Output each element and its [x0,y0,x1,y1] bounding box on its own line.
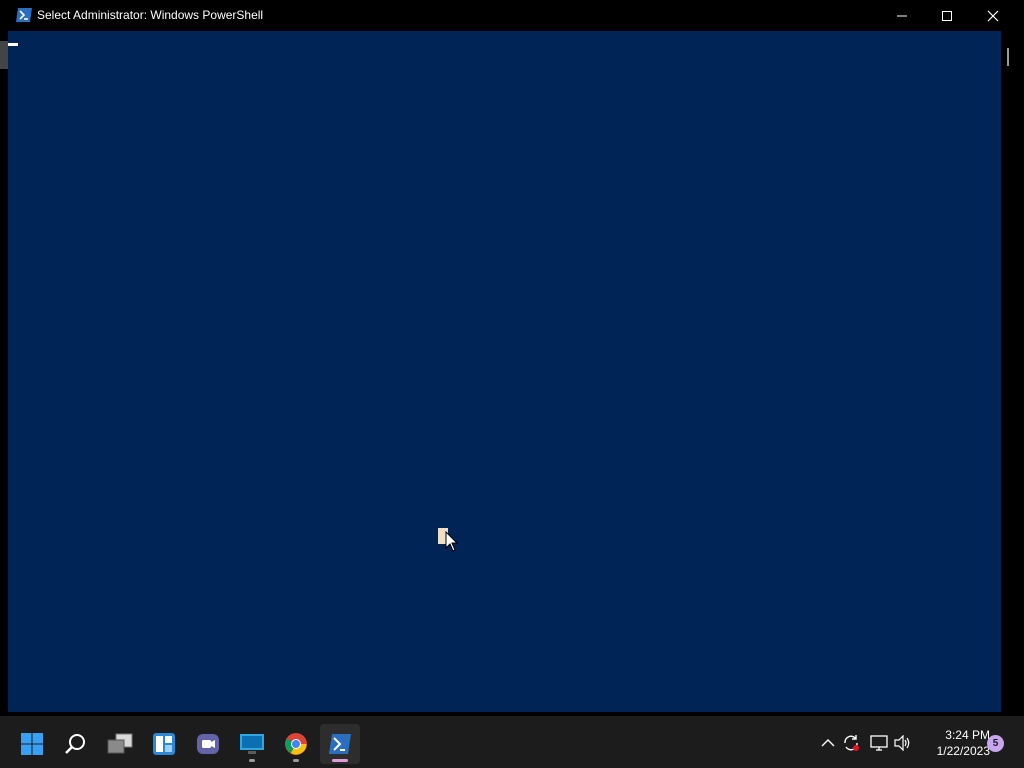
minimize-button[interactable] [879,0,925,31]
volume-icon [894,735,910,751]
network-icon [870,735,888,751]
mouse-pointer-icon [445,531,459,552]
notification-badge[interactable]: 5 [987,735,1004,752]
remote-desktop-icon [240,734,264,754]
active-indicator [332,759,348,762]
window-bottom-edge [0,712,1024,716]
remote-desktop-button[interactable] [232,724,272,764]
clock-time: 3:24 PM [945,728,990,742]
search-icon [65,734,85,754]
task-view-icon [107,733,133,754]
close-icon [987,10,999,21]
text-cursor [8,43,18,46]
running-indicator [249,759,255,762]
chevron-up-icon [821,739,835,747]
selection-margin [0,41,8,69]
powershell-window: Select Administrator: Windows PowerShell [0,0,1024,716]
window-right-edge [1016,31,1024,716]
vertical-scrollbar[interactable] [1001,31,1016,712]
show-hidden-icons-button[interactable] [819,734,837,752]
window-title: Select Administrator: Windows PowerShell [37,8,264,22]
powershell-icon [329,734,351,754]
window-left-edge [0,31,8,716]
teams-chat-icon [197,734,219,754]
clock[interactable]: 3:24 PM 1/22/2023 [918,727,990,759]
taskbar: 3:24 PM 1/22/2023 5 [0,720,1024,768]
task-view-button[interactable] [100,724,140,764]
volume-tray-button[interactable] [894,734,912,752]
chrome-icon [285,733,307,755]
chrome-button[interactable] [276,724,316,764]
network-tray-button[interactable] [870,734,888,752]
chat-button[interactable] [188,724,228,764]
running-indicator [293,759,299,762]
minimize-icon [897,15,907,16]
sync-icon [844,735,859,751]
close-button[interactable] [970,0,1016,31]
powershell-taskbar-button[interactable] [320,724,360,764]
title-bar[interactable]: Select Administrator: Windows PowerShell [0,0,1024,31]
search-button[interactable] [56,724,96,764]
windows-start-icon [21,733,43,755]
maximize-button[interactable] [924,0,970,31]
widgets-button[interactable] [144,724,184,764]
maximize-icon [942,10,952,21]
start-button[interactable] [12,724,52,764]
sync-tray-button[interactable] [842,734,860,752]
powershell-icon [16,8,32,22]
widgets-icon [153,733,175,755]
scrollbar-thumb[interactable] [1007,48,1009,66]
console-area[interactable] [8,31,1001,712]
clock-date: 1/22/2023 [936,744,990,758]
